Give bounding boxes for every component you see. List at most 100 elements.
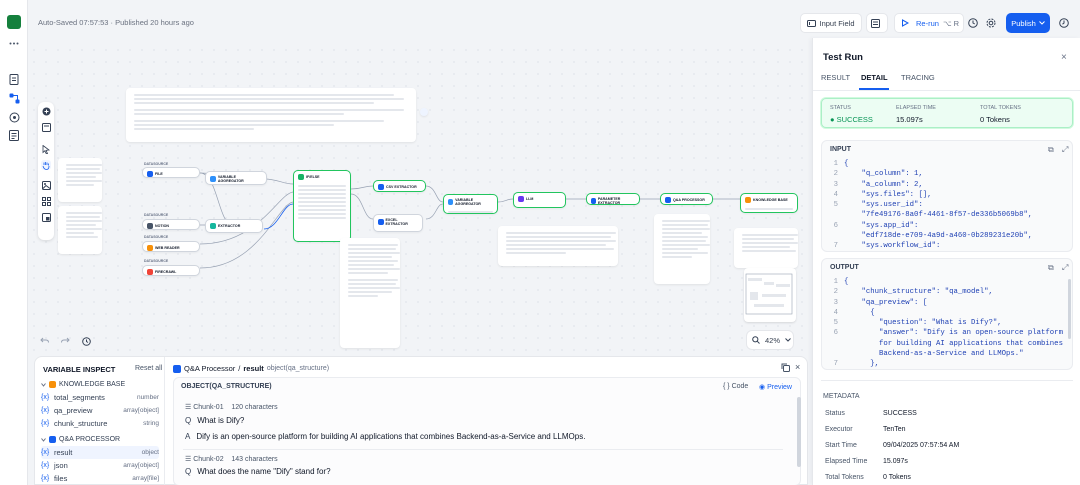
organize-icon[interactable]: [41, 196, 51, 206]
publish-button[interactable]: Publish: [1006, 13, 1050, 33]
chunk-id: Chunk-02: [193, 456, 224, 463]
rerun-button[interactable]: Re-run ⌥ R: [894, 13, 964, 33]
line-number: [822, 231, 844, 241]
pointer-icon[interactable]: [41, 144, 51, 154]
code-line: 2 "q_column": 1,: [822, 169, 1072, 179]
history-icon[interactable]: [82, 336, 91, 346]
minimap-toggle-icon[interactable]: [41, 212, 51, 222]
scrollbar[interactable]: [797, 397, 801, 467]
node-doc-extractor[interactable]: EXTRACTOR: [205, 219, 263, 233]
canvas-note-kb[interactable]: [734, 228, 798, 268]
hand-icon[interactable]: [41, 160, 51, 170]
tab-tracing[interactable]: TRACING: [901, 73, 935, 82]
logs-icon[interactable]: [7, 128, 21, 142]
line-text: "sys.files": [],: [844, 190, 932, 199]
var-row-chunk-structure[interactable]: {x} chunk_structure string: [41, 417, 159, 430]
var-row-json[interactable]: {x} json array[object]: [41, 459, 159, 472]
var-row-files[interactable]: {x} files array[file]: [41, 472, 159, 485]
question-text: What is Dify?: [197, 416, 245, 425]
history-check-icon[interactable]: [966, 13, 982, 33]
workflow-icon[interactable]: [7, 91, 21, 105]
add-node-icon[interactable]: [41, 106, 51, 116]
copy-icon[interactable]: ⧉: [1048, 145, 1054, 155]
code-toggle[interactable]: { } Code: [723, 383, 748, 390]
variable-icon: {x}: [41, 449, 50, 456]
node-firecrawl-source[interactable]: FIRECRAWL: [142, 265, 200, 276]
group-label-1: DATASOURCE: [144, 162, 169, 166]
preview-toggle[interactable]: ◉ Preview: [759, 383, 792, 391]
tab-detail[interactable]: DETAIL: [861, 73, 888, 82]
meta-label: Start Time: [825, 442, 857, 449]
code-line: 7 },: [822, 359, 1072, 369]
node-notion-source[interactable]: NOTION: [142, 219, 200, 230]
features-button[interactable]: [866, 13, 888, 33]
line-text: "question": "What is Dify?",: [844, 319, 1002, 328]
node-variable-aggregator-2[interactable]: VARIABLE AGGREGATOR: [443, 194, 498, 214]
node-file-source[interactable]: FILE: [142, 167, 200, 178]
node-if-else[interactable]: IF/ELSE: [293, 170, 351, 242]
version-history-icon[interactable]: [1056, 13, 1074, 33]
var-type: array[file]: [132, 475, 159, 482]
canvas-note-processing[interactable]: [58, 206, 102, 254]
redo-icon[interactable]: [61, 337, 70, 345]
code-line: 2 "chunk_structure": "qa_model",: [822, 287, 1072, 297]
canvas-note-intro[interactable]: [126, 88, 416, 142]
add-note-icon[interactable]: [41, 122, 51, 132]
node-parameter-extractor[interactable]: PARAMETER EXTRACTOR: [586, 193, 640, 205]
canvas-note-llm[interactable]: [498, 226, 618, 266]
tab-result[interactable]: RESULT: [821, 73, 850, 82]
node-qa-processor[interactable]: Q&A PROCESSOR: [660, 193, 713, 205]
undo-icon[interactable]: [40, 337, 49, 345]
node-code-1[interactable]: CSV EXTRACTOR: [373, 180, 426, 192]
node-llm[interactable]: LLM: [513, 192, 566, 208]
line-number: 3: [833, 298, 838, 307]
var-row-qa-preview[interactable]: {x} qa_preview array[object]: [41, 404, 159, 417]
chunk-chars: 143 characters: [231, 456, 278, 463]
var-row-total-segments[interactable]: {x} total_segments number: [41, 391, 159, 404]
status-value: ● SUCCESS: [830, 115, 873, 124]
variable-inspect-panel: VARIABLE INSPECT Reset all KNOWLEDGE BAS…: [34, 356, 808, 485]
zoom-control[interactable]: 42%: [746, 330, 794, 350]
group-label-4: DATASOURCE: [144, 259, 169, 263]
copy-icon[interactable]: [781, 363, 790, 372]
reset-all-button[interactable]: Reset all: [135, 365, 162, 372]
workflow-canvas[interactable]: DATASOURCE FILE DATASOURCE NOTION DATASO…: [28, 44, 812, 356]
group-knowledge-base[interactable]: KNOWLEDGE BASE: [41, 378, 159, 391]
canvas-note-extractor[interactable]: [340, 238, 400, 348]
input-field-button[interactable]: Input Field: [800, 13, 862, 33]
orchestrate-doc-icon[interactable]: [7, 72, 21, 86]
export-image-icon[interactable]: [41, 180, 51, 190]
line-text: {: [844, 160, 849, 168]
chevron-down-icon: [785, 338, 791, 342]
scrollbar[interactable]: [1068, 279, 1071, 339]
close-icon[interactable]: ×: [1061, 52, 1067, 63]
minimap[interactable]: [744, 268, 796, 322]
group-qa-processor[interactable]: Q&A PROCESSOR: [41, 433, 159, 446]
app-logo[interactable]: [7, 15, 21, 29]
meta-row-status: Status SUCCESS: [825, 410, 1065, 417]
canvas-note-sources[interactable]: [58, 158, 102, 202]
code-line: "7fe49176-8a0f-4461-8f57-de336b5069b8",: [822, 210, 1072, 220]
line-number: 7: [833, 242, 838, 251]
expand-icon[interactable]: ⤢: [1062, 145, 1068, 155]
group-label: KNOWLEDGE BASE: [59, 381, 126, 388]
canvas-note-qa[interactable]: [654, 214, 710, 284]
api-icon[interactable]: [7, 110, 21, 124]
variable-icon: {x}: [41, 462, 50, 469]
code-line: Backend-as-a-Service and LLMOps.": [822, 349, 1072, 359]
code-line: 5 "question": "What is Dify?",: [822, 318, 1072, 328]
breadcrumb-node: Q&A Processor: [184, 364, 236, 373]
code-line: 6 "sys.app_id":: [822, 221, 1072, 231]
node-web-source[interactable]: WEB READER: [142, 241, 200, 252]
copy-icon[interactable]: ⧉: [1048, 263, 1054, 273]
expand-icon[interactable]: ⤢: [1062, 263, 1068, 273]
var-row-result[interactable]: {x} result object: [41, 446, 159, 459]
node-code-2[interactable]: EXCEL EXTRACTOR: [373, 214, 423, 232]
node-variable-aggregator-1[interactable]: VARIABLE AGGREGATOR: [205, 171, 267, 185]
close-icon[interactable]: ×: [795, 362, 800, 372]
divider: [183, 449, 783, 450]
settings-icon[interactable]: [984, 13, 1000, 33]
code-line: "edf718de-e709-4a9d-a460-0b289231e20b",: [822, 231, 1072, 241]
more-icon[interactable]: [7, 36, 21, 50]
node-knowledge-base[interactable]: KNOWLEDGE BASE: [740, 193, 798, 213]
